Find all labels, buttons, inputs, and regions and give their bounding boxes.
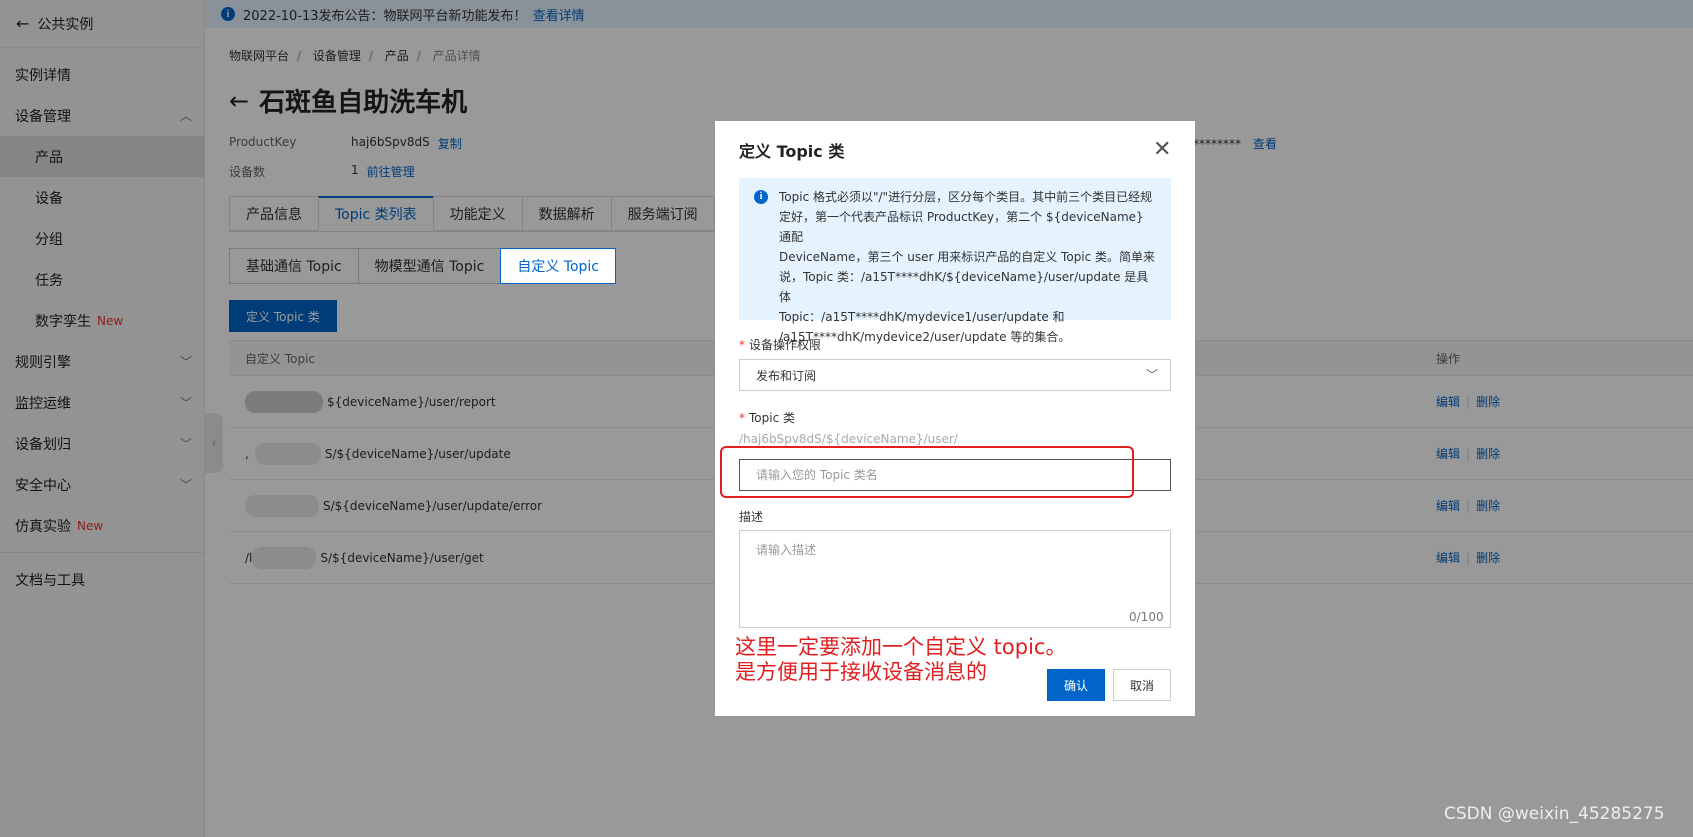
chevron-down-icon: ﹀ <box>1145 368 1158 382</box>
cancel-button[interactable]: 取消 <box>1113 669 1171 701</box>
alert-line: Topic：/a15T****dhK/mydevice1/user/update… <box>779 310 1065 324</box>
permission-select[interactable]: 发布和订阅 ﹀ <box>739 359 1171 391</box>
char-counter: 0/100 <box>1129 610 1164 624</box>
annotation-line: 是方便用于接收设备消息的 <box>735 660 987 684</box>
define-topic-dialog: 定义 Topic 类 ✕ i Topic 格式必须以"/"进行分层，区分每个类目… <box>715 121 1195 716</box>
topic-label: * Topic 类 <box>739 409 795 426</box>
description-label: 描述 <box>739 510 764 524</box>
permission-label-text: 设备操作权限 <box>749 338 822 352</box>
required-asterisk: * <box>739 411 745 425</box>
dialog-title: 定义 Topic 类 <box>739 142 845 161</box>
topic-prefix: /haj6bSpv8dS/${deviceName}/user/ <box>739 432 958 446</box>
watermark: CSDN @weixin_45285275 <box>1444 804 1665 824</box>
description-textarea[interactable] <box>739 530 1171 628</box>
required-asterisk: * <box>739 338 745 352</box>
confirm-button[interactable]: 确认 <box>1047 669 1105 701</box>
alert-line: DeviceName，第三个 user 用来标识产品的自定义 Topic 类。简… <box>779 250 1156 264</box>
topic-name-input[interactable] <box>739 459 1171 491</box>
annotation-text: 这里一定要添加一个自定义 topic。 是方便用于接收设备消息的 <box>735 635 1066 685</box>
permission-label: * 设备操作权限 <box>739 336 821 353</box>
close-icon[interactable]: ✕ <box>1153 137 1171 162</box>
permission-value: 发布和订阅 <box>756 368 817 383</box>
annotation-line: 这里一定要添加一个自定义 topic。 <box>735 635 1067 659</box>
alert-line: /a15T****dhK/mydevice2/user/update 等的集合。 <box>779 330 1071 344</box>
topic-format-alert: i Topic 格式必须以"/"进行分层，区分每个类目。其中前三个类目已经规 定… <box>739 178 1171 344</box>
info-icon: i <box>754 190 768 204</box>
topic-label-text: Topic 类 <box>749 411 795 425</box>
alert-line: Topic 格式必须以"/"进行分层，区分每个类目。其中前三个类目已经规 <box>779 190 1153 204</box>
alert-line: 定好，第一个代表产品标识 ProductKey，第二个 ${deviceName… <box>779 210 1144 244</box>
alert-line: 说，Topic 类：/a15T****dhK/${deviceName}/use… <box>779 270 1149 304</box>
subtab-custom-topic[interactable]: 自定义 Topic <box>500 248 617 284</box>
